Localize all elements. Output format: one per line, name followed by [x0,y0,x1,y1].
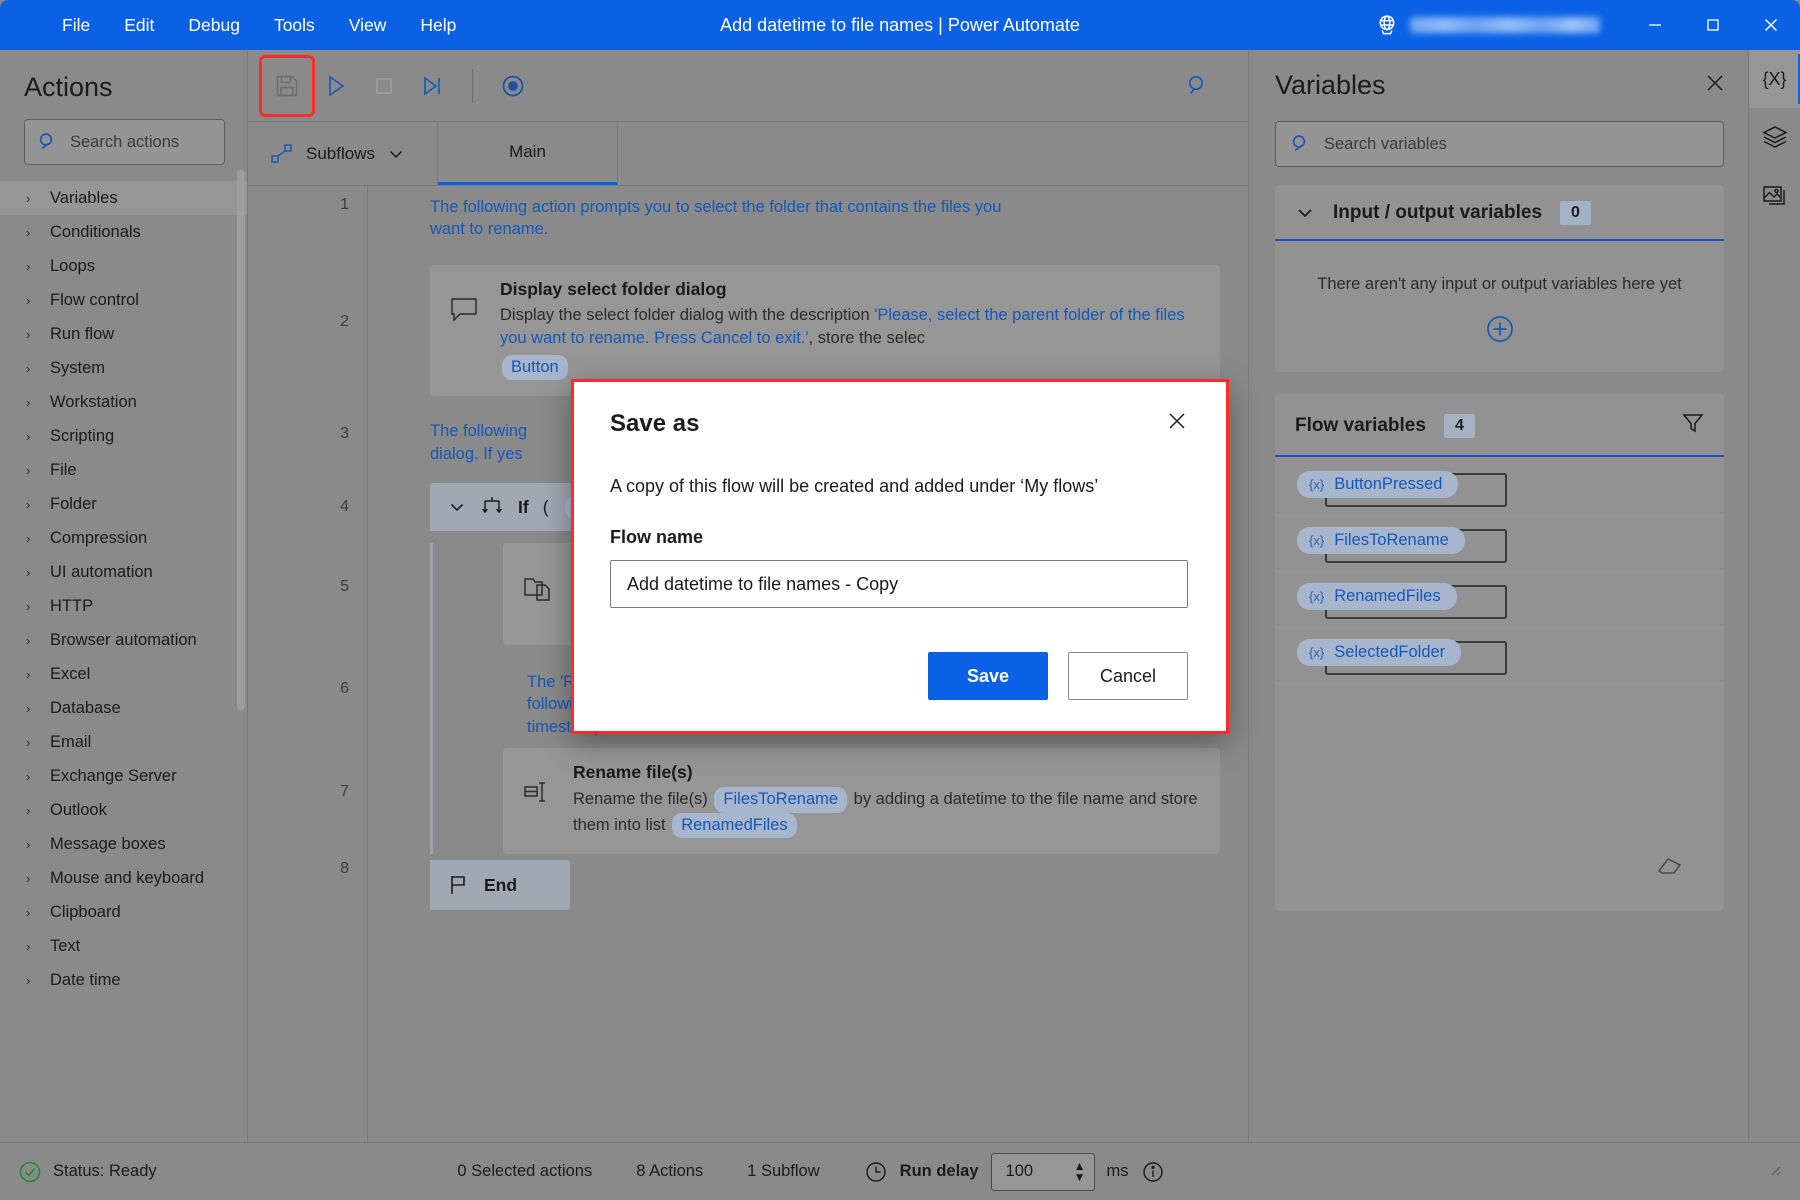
dialog-close-button[interactable] [1166,410,1188,436]
flow-name-label: Flow name [610,527,1188,548]
close-icon [1166,410,1188,432]
save-as-dialog: Save as A copy of this flow will be crea… [571,379,1229,734]
save-button[interactable]: Save [928,652,1048,700]
dialog-title: Save as [610,410,699,438]
flow-name-input[interactable]: Add datetime to file names - Copy [610,560,1188,608]
dialog-subtitle: A copy of this flow will be created and … [610,476,1188,497]
cancel-button[interactable]: Cancel [1068,652,1188,700]
power-automate-window: File Edit Debug Tools View Help Add date… [0,0,1800,1200]
